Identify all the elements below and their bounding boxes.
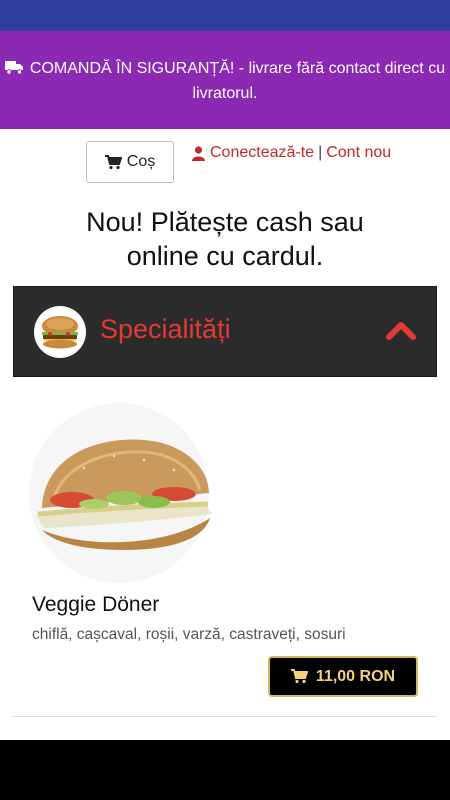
cart-icon xyxy=(290,669,308,684)
category-title: Specialități xyxy=(100,314,231,344)
price-label: 11,00 RON xyxy=(315,667,396,685)
headline-line-2: online cu cardul. xyxy=(126,241,324,271)
system-nav-bar xyxy=(0,740,450,800)
cart-icon xyxy=(104,154,122,169)
category-thumbnail xyxy=(34,306,86,358)
safety-banner: COMANDĂ ÎN SIGURANȚĂ! - livrare fără con… xyxy=(0,31,450,129)
separator: | xyxy=(318,144,323,161)
page-headline: Nou! Plătește cash sau online cu cardul. xyxy=(0,205,450,273)
cart-button[interactable]: Coș xyxy=(86,141,174,183)
user-icon xyxy=(192,145,205,161)
product-description: chiflă, cașcaval, roșii, varză, castrave… xyxy=(32,626,346,643)
divider xyxy=(13,716,437,717)
cart-label: Coș xyxy=(126,153,156,170)
status-bar xyxy=(0,0,450,31)
headline-line-1: Nou! Plătește cash sau xyxy=(86,207,364,237)
account-links: Conectează-te | Cont nou xyxy=(192,144,391,162)
login-link[interactable]: Conectează-te xyxy=(210,144,314,162)
truck-icon xyxy=(4,59,24,82)
banner-text: COMANDĂ ÎN SIGURANȚĂ! - livrare fără con… xyxy=(29,60,446,102)
burger-image xyxy=(42,316,78,349)
register-link[interactable]: Cont nou xyxy=(326,144,391,162)
add-to-cart-button[interactable]: 11,00 RON xyxy=(268,656,418,697)
category-header-specialitati[interactable]: Specialități xyxy=(13,286,437,377)
chevron-up-icon[interactable] xyxy=(386,320,416,345)
product-image[interactable] xyxy=(24,398,224,588)
product-name: Veggie Döner xyxy=(32,593,160,616)
